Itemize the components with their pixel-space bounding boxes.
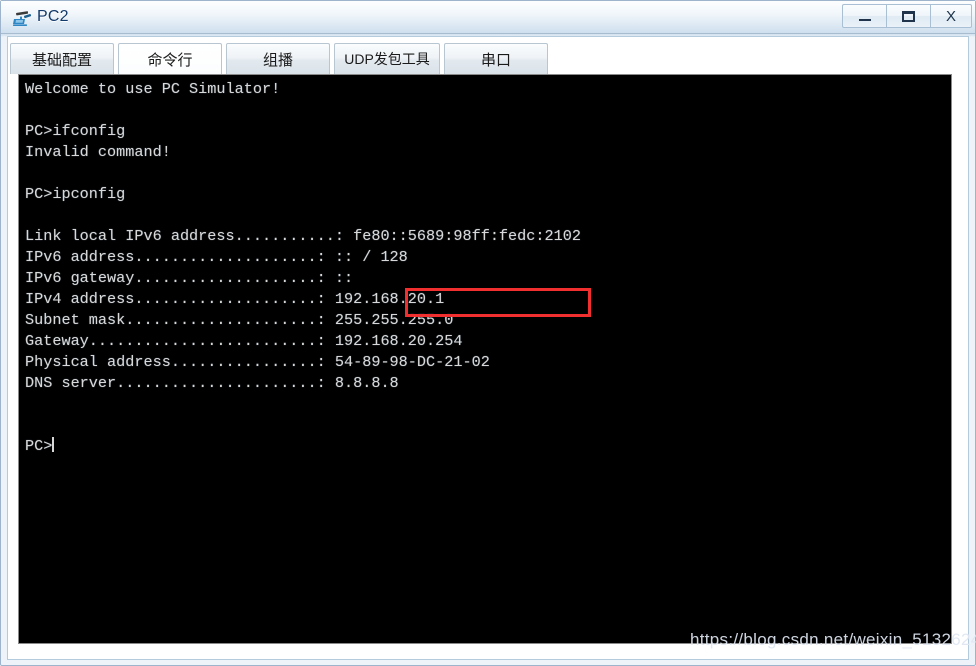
console-line: PC>: [25, 437, 53, 455]
console-line: Link local IPv6 address...........: fe80…: [25, 227, 581, 245]
minimize-icon: [843, 5, 886, 27]
tab-label: 串口: [480, 51, 511, 69]
console-line: IPv4 address....................: 192.16…: [25, 290, 445, 308]
title-bar[interactable]: PC2 X: [1, 1, 975, 34]
tab-udp-tool[interactable]: UDP发包工具: [334, 43, 440, 74]
console-line: Welcome to use PC Simulator!: [25, 80, 281, 98]
console-line: DNS server......................: 8.8.8.…: [25, 374, 399, 392]
console-line: Invalid command!: [25, 143, 171, 161]
minimize-button[interactable]: [842, 4, 886, 28]
console-line: PC>ifconfig: [25, 122, 126, 140]
tab-label: 命令行: [147, 51, 193, 69]
tab-label: 基础配置: [31, 51, 92, 69]
window-title: PC2: [37, 8, 69, 25]
console-line: IPv6 address....................: :: / 1…: [25, 248, 408, 266]
watermark-text: https://blog.csdn.net/weixin_51326240: [690, 630, 976, 649]
tab-serial-port[interactable]: 串口: [444, 43, 548, 74]
console-text: Welcome to use PC Simulator! PC>ifconfig…: [25, 79, 951, 457]
console-line: PC>ipconfig: [25, 185, 126, 203]
tab-multicast[interactable]: 组播: [226, 43, 330, 74]
tab-label: UDP发包工具: [344, 51, 430, 67]
tab-command-line[interactable]: 命令行: [118, 43, 222, 74]
text-cursor: [52, 437, 55, 452]
maximize-button[interactable]: [886, 4, 930, 28]
tab-label: 组播: [262, 51, 293, 69]
close-button[interactable]: X: [930, 4, 972, 28]
pc-monitor-icon: [13, 11, 32, 26]
console-line: Subnet mask.....................: 255.25…: [25, 311, 454, 329]
console-line: Gateway.........................: 192.16…: [25, 332, 463, 350]
console-line: Physical address................: 54-89-…: [25, 353, 490, 371]
pc-simulator-window: PC2 X 基础配置 命令行 组播 UDP发包工具 串口 Welcome to …: [0, 0, 976, 666]
tab-basic-config[interactable]: 基础配置: [10, 43, 114, 74]
console-line: IPv6 gateway....................: ::: [25, 269, 354, 287]
console-output-area[interactable]: Welcome to use PC Simulator! PC>ifconfig…: [18, 74, 952, 644]
tab-strip: 基础配置 命令行 组播 UDP发包工具 串口: [8, 37, 968, 74]
close-icon: X: [945, 7, 956, 25]
maximize-icon: [887, 5, 930, 27]
client-area: 基础配置 命令行 组播 UDP发包工具 串口 Welcome to use PC…: [7, 36, 969, 660]
